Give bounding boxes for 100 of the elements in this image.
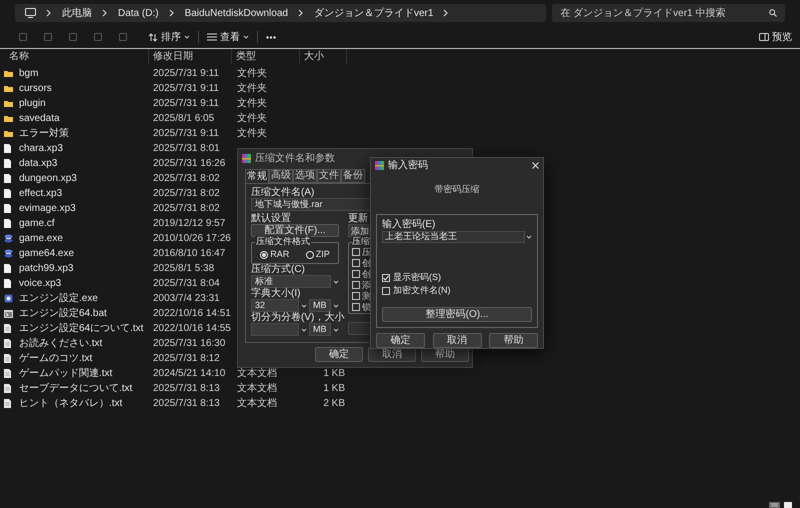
file-name[interactable]: エンジン設定64について.txt xyxy=(19,322,144,334)
field-label: 字典大小(I) xyxy=(251,288,300,299)
preview-button[interactable]: 预览 xyxy=(759,30,792,44)
radio-option[interactable]: RAR xyxy=(260,248,290,262)
column-header[interactable]: 名称 xyxy=(0,49,149,64)
search-field[interactable]: 在 ダンジョン＆プライドver1 中搜索 xyxy=(552,4,785,22)
file-name[interactable]: data.xp3 xyxy=(19,158,58,168)
modified-date: 2016/8/10 16:47 xyxy=(153,248,226,258)
chevron-icon xyxy=(168,9,175,17)
dialog-button[interactable]: 确定 xyxy=(315,347,363,362)
organize-passwords-button[interactable]: 整理密码(O)... xyxy=(382,307,532,322)
close-icon[interactable] xyxy=(532,162,539,170)
dialog-subtitle: 带密码压缩 xyxy=(434,184,480,194)
unit-select[interactable]: MB xyxy=(309,299,331,312)
view-button[interactable]: 查看 xyxy=(207,30,249,44)
method-select[interactable]: 标准 xyxy=(251,275,331,288)
text-file-icon xyxy=(4,339,11,348)
dialog-button[interactable]: 取消 xyxy=(432,333,482,348)
address-bar[interactable]: 此电脑 Data (D:) BaiduNetdiskDownload ダンジョン＆プライドver1 xyxy=(15,4,546,22)
tab[interactable]: 常规 xyxy=(245,169,269,183)
chevron-icon xyxy=(102,9,108,17)
file-type: 文件夹 xyxy=(237,68,267,78)
checkbox[interactable] xyxy=(352,281,360,289)
checkbox-label: 加密文件名(N) xyxy=(393,285,450,296)
monitor-icon xyxy=(25,8,36,18)
file-name[interactable]: お読みください.txt xyxy=(19,338,102,348)
details-view-icon[interactable] xyxy=(769,502,780,508)
chevron-icon xyxy=(46,9,52,17)
file-name[interactable]: plugin xyxy=(19,98,46,108)
column-header[interactable]: 大小 xyxy=(300,49,347,64)
text-file-icon xyxy=(4,354,11,363)
modified-date: 2010/10/26 17:26 xyxy=(153,232,231,244)
dialog-button[interactable]: 确定 xyxy=(376,333,425,348)
breadcrumb[interactable]: ダンジョン＆プライドver1 xyxy=(314,6,434,20)
dialog-title: 压缩文件名和参数 xyxy=(255,152,335,166)
file-type: 文件夹 xyxy=(237,112,267,124)
dialog-button[interactable]: 帮助 xyxy=(489,333,538,348)
file-type: 文本文档 xyxy=(237,368,277,378)
more-icon[interactable] xyxy=(266,36,276,38)
checkbox-label: 添 xyxy=(362,280,371,290)
checkbox[interactable] xyxy=(352,303,360,311)
sort-icon xyxy=(148,32,158,42)
dictionary-select[interactable]: 32 xyxy=(251,299,299,312)
checkbox[interactable] xyxy=(382,286,390,294)
text-file-icon xyxy=(4,324,11,333)
file-name[interactable]: evimage.xp3 xyxy=(19,202,76,214)
column-header[interactable]: 修改日期 xyxy=(149,49,232,64)
file-name[interactable]: dungeon.xp3 xyxy=(19,172,77,184)
checkbox[interactable] xyxy=(352,248,360,256)
file-name[interactable]: savedata xyxy=(19,112,60,124)
checkbox[interactable] xyxy=(352,259,360,267)
app-icon xyxy=(4,249,13,258)
file-name[interactable]: patch99.xp3 xyxy=(19,262,74,274)
checkbox-label: 锁 xyxy=(362,302,371,312)
checkbox-label: 压 xyxy=(362,247,371,257)
column-header[interactable]: 类型 xyxy=(232,49,300,64)
tab[interactable]: 文件 xyxy=(317,169,341,183)
file-name[interactable]: chara.xp3 xyxy=(19,142,63,154)
tab[interactable]: 选项 xyxy=(293,169,317,183)
sort-button[interactable]: 排序 xyxy=(148,30,190,44)
modified-date: 2025/7/31 8:13 xyxy=(153,382,220,394)
checkbox[interactable] xyxy=(352,270,360,278)
file-name[interactable]: ヒント（ネタバレ）.txt xyxy=(19,398,122,408)
caret-icon xyxy=(301,328,307,332)
profiles-button[interactable]: 配置文件(F)... xyxy=(251,224,339,237)
tab[interactable]: 高级 xyxy=(269,169,293,183)
archiver-icon xyxy=(375,161,384,170)
radio-button[interactable] xyxy=(306,250,314,258)
file-name[interactable]: game64.exe xyxy=(19,248,74,258)
tab[interactable]: 备份 xyxy=(341,169,365,183)
volume-size-field[interactable] xyxy=(251,323,299,336)
file-name[interactable]: エラー対策 xyxy=(19,128,69,138)
field-label: 压缩文件名(A) xyxy=(251,187,314,198)
modified-date: 2025/7/31 8:02 xyxy=(153,202,220,214)
modified-date: 2025/7/31 16:30 xyxy=(153,338,226,348)
file-name[interactable]: voice.xp3 xyxy=(19,278,62,288)
file-name[interactable]: cursors xyxy=(19,82,52,94)
file-name[interactable]: game.cf xyxy=(19,218,55,228)
file-name[interactable]: ゲームのコツ.txt xyxy=(19,352,92,364)
modified-date: 2022/10/16 14:51 xyxy=(153,308,231,318)
breadcrumb[interactable]: BaiduNetdiskDownload xyxy=(184,6,288,20)
file-name[interactable]: エンジン設定.exe xyxy=(19,292,98,304)
unit-select[interactable]: MB xyxy=(309,323,331,336)
file-name[interactable]: ゲームパッド関連.txt xyxy=(19,368,112,378)
file-name[interactable]: エンジン設定64.bat xyxy=(19,308,107,318)
radio-option[interactable]: ZIP xyxy=(306,248,330,262)
checkbox[interactable] xyxy=(352,292,360,300)
breadcrumb[interactable]: Data (D:) xyxy=(118,6,159,20)
breadcrumb[interactable]: 此电脑 xyxy=(62,6,92,20)
field-label: 压缩方式(C) xyxy=(251,264,305,275)
file-name[interactable]: effect.xp3 xyxy=(19,188,62,198)
checkbox[interactable] xyxy=(382,274,390,282)
file-type: 文件夹 xyxy=(237,128,267,138)
tiles-view-icon[interactable] xyxy=(784,502,792,508)
radio-button[interactable] xyxy=(260,250,268,258)
file-name[interactable]: game.exe xyxy=(19,232,63,244)
password-field[interactable]: 上老王论坛当老王 xyxy=(382,230,525,242)
text-file-icon xyxy=(4,399,11,408)
file-name[interactable]: bgm xyxy=(19,68,38,78)
file-name[interactable]: セーブデータについて.txt xyxy=(19,382,132,394)
